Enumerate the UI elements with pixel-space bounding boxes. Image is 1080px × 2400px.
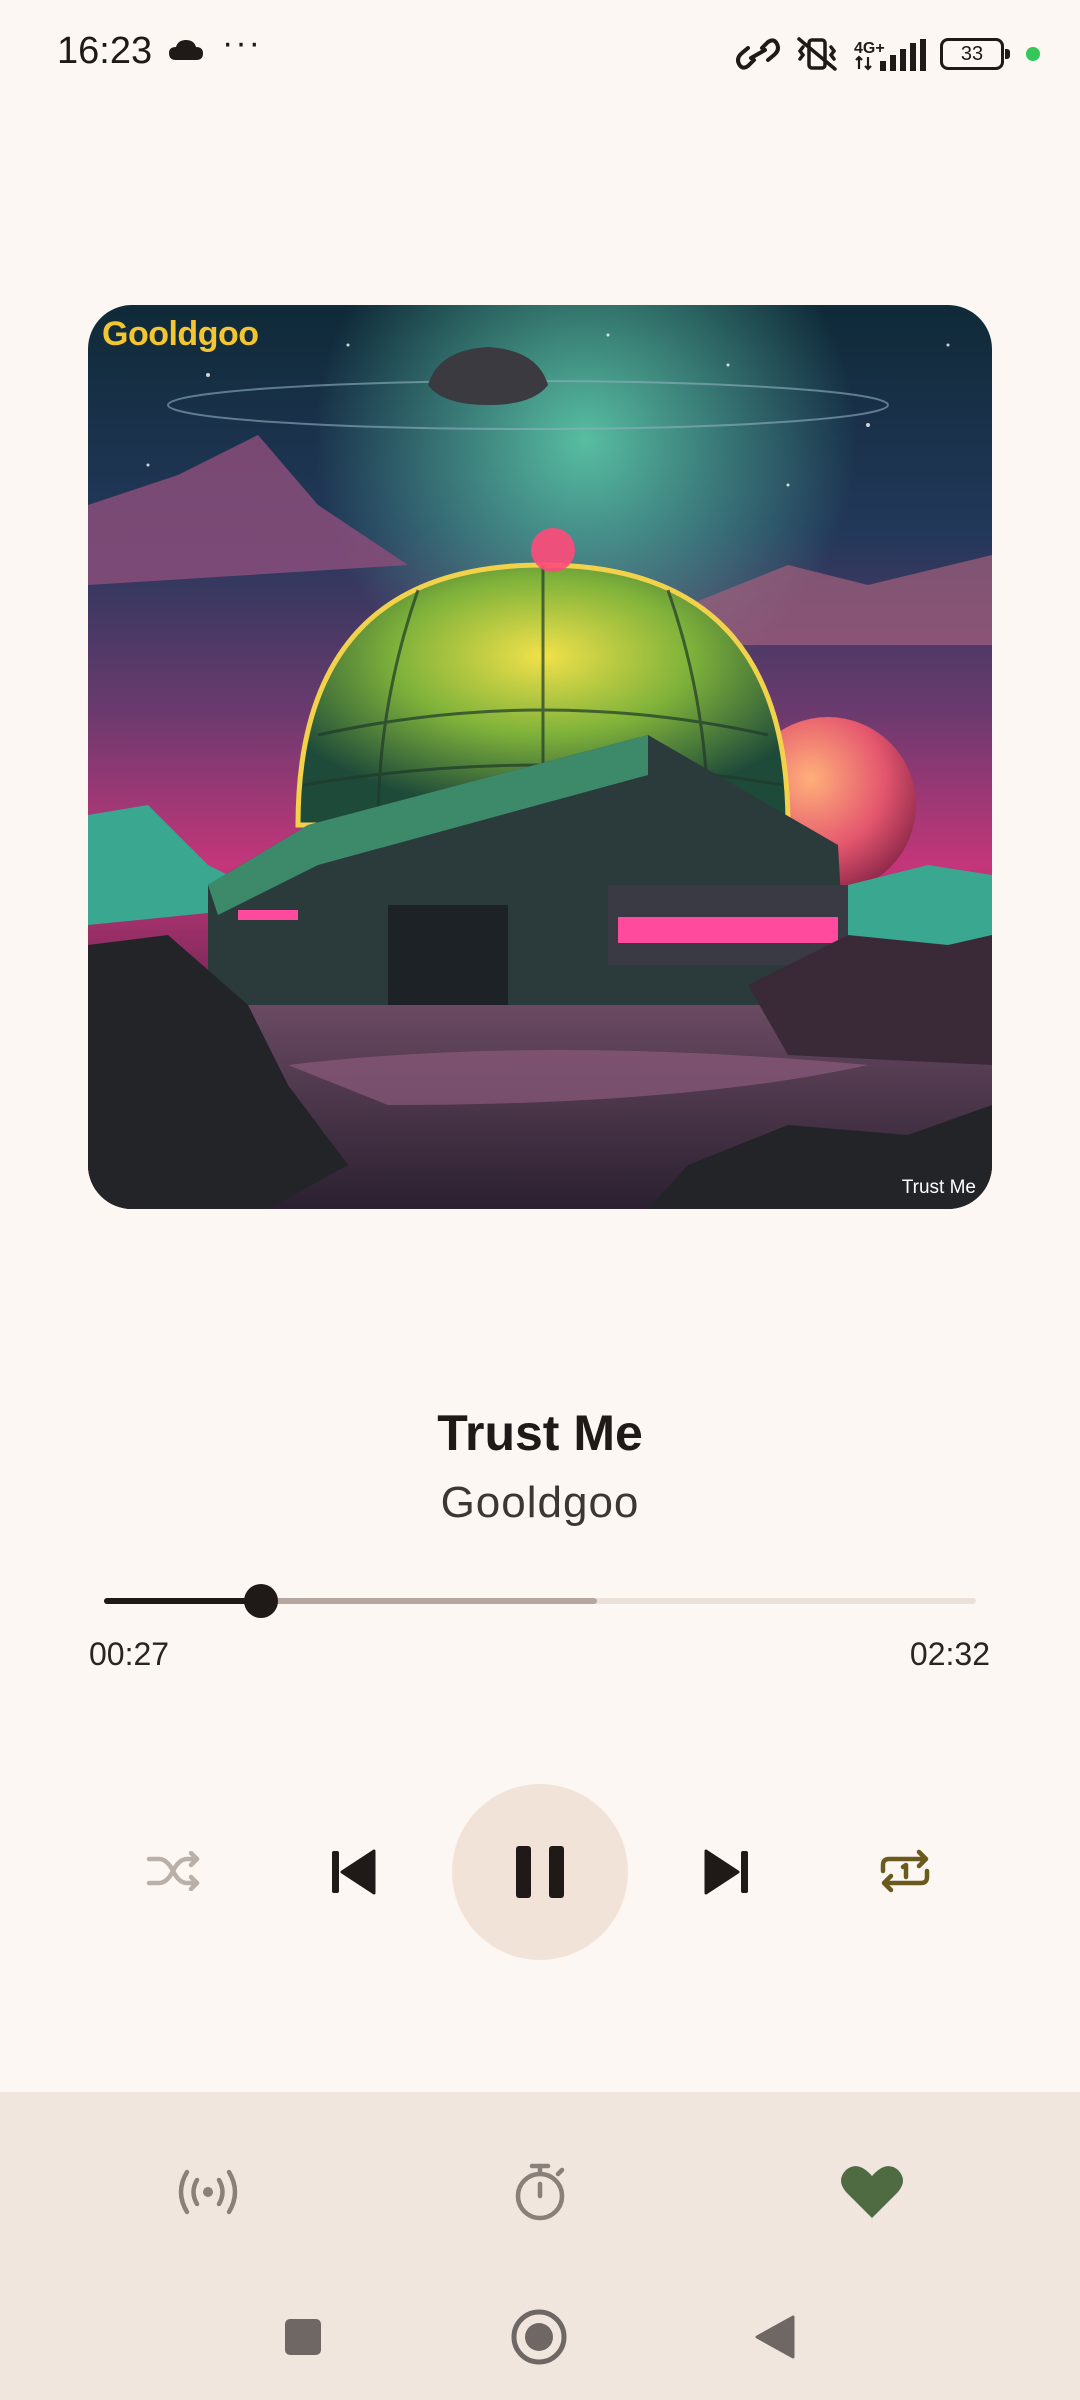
seek-played bbox=[104, 1598, 261, 1604]
seek-thumb[interactable] bbox=[243, 1584, 278, 1618]
nav-back-button[interactable] bbox=[740, 2302, 810, 2372]
track-title: Trust Me bbox=[437, 1405, 643, 1461]
shuffle-button[interactable] bbox=[140, 1845, 210, 1897]
repeat-one-icon bbox=[880, 1849, 930, 1893]
elapsed-time: 00:27 bbox=[89, 1636, 170, 1672]
status-bar: 16:23 ··· 4G+ 33 bbox=[0, 0, 1080, 110]
sleep-timer-button[interactable] bbox=[500, 2152, 580, 2232]
album-art-image bbox=[88, 305, 992, 1209]
privacy-indicator-dot bbox=[1026, 47, 1040, 61]
repeat-button[interactable] bbox=[870, 1845, 940, 1897]
album-art-brand: Gooldgoo bbox=[102, 315, 259, 353]
signal-indicator: 4G+ bbox=[854, 35, 926, 73]
heart-icon bbox=[841, 2166, 903, 2218]
play-pause-button[interactable] bbox=[452, 1784, 628, 1960]
link-icon bbox=[736, 38, 780, 70]
total-time: 02:32 bbox=[909, 1636, 990, 1672]
shuffle-icon bbox=[146, 1851, 200, 1891]
status-icons: 4G+ 33 bbox=[736, 30, 1040, 78]
previous-button[interactable] bbox=[318, 1840, 388, 1904]
nav-home-button[interactable] bbox=[504, 2302, 574, 2372]
album-art-caption: Trust Me bbox=[901, 1177, 976, 1198]
cast-button[interactable] bbox=[168, 2152, 248, 2232]
track-artist[interactable]: Gooldgoo bbox=[0, 1478, 1080, 1528]
data-arrows-icon bbox=[855, 55, 872, 71]
back-triangle-icon bbox=[755, 2315, 795, 2359]
broadcast-icon bbox=[178, 2169, 238, 2215]
album-art: Gooldgoo Trust Me bbox=[88, 305, 992, 1209]
favorite-button[interactable] bbox=[832, 2152, 912, 2232]
cloud-icon bbox=[169, 40, 203, 60]
signal-bars-icon bbox=[880, 39, 926, 71]
next-button[interactable] bbox=[692, 1840, 762, 1904]
recents-square-icon bbox=[285, 2319, 321, 2355]
overflow-dots: ··· bbox=[222, 24, 262, 62]
vibrate-off-icon bbox=[797, 37, 837, 71]
skip-previous-icon bbox=[332, 1849, 376, 1895]
bottom-bar bbox=[0, 2092, 1080, 2400]
skip-next-icon bbox=[704, 1849, 748, 1895]
sleep-timer-icon bbox=[515, 2163, 565, 2221]
status-time: 16:23 bbox=[57, 30, 153, 72]
home-circle-icon bbox=[511, 2309, 567, 2365]
battery-indicator: 33 bbox=[940, 38, 1010, 70]
nav-recents-button[interactable] bbox=[268, 2302, 338, 2372]
pause-icon bbox=[516, 1846, 564, 1898]
